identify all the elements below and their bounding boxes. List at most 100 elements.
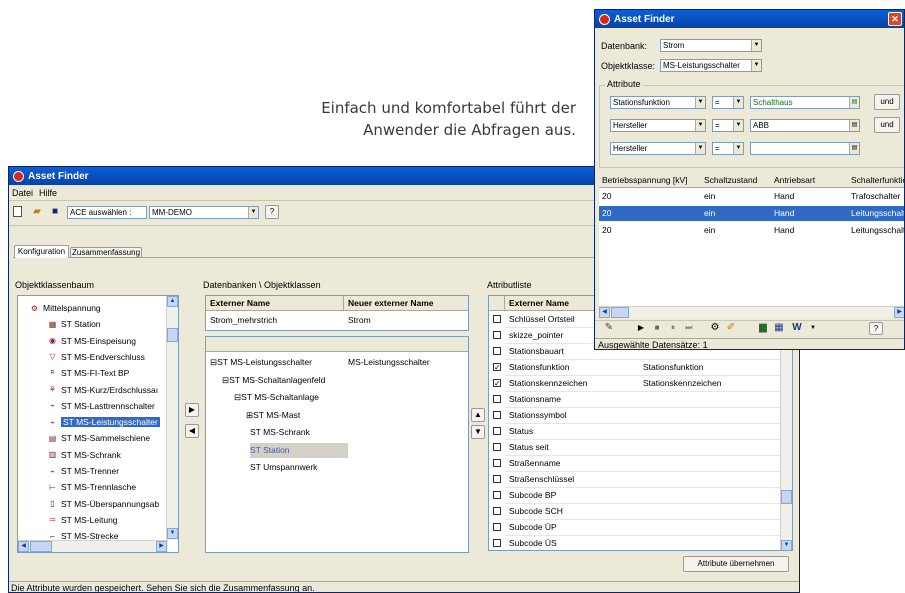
condition-operator-select[interactable]: = ▼ [712,142,744,155]
lookup-icon[interactable]: ▤ [849,120,859,131]
attribute-name[interactable]: Stationsbauart [509,344,564,359]
scroll-down-icon[interactable]: ▼ [781,540,792,550]
attribute-name[interactable]: Stationskennzeichen [509,376,587,391]
move-right-button[interactable]: ▶ [185,403,199,417]
attribute-name[interactable]: Status seit [509,440,549,455]
help-button[interactable]: ? [265,205,279,219]
logic-and-button[interactable]: und [874,94,900,110]
db-tree-item[interactable]: ⊟ST MS-Leistungsschalter [210,355,312,370]
attribute-checkbox[interactable] [493,539,501,547]
gear-icon[interactable]: ⚙ [709,322,721,334]
dropdown-icon[interactable]: ▼ [807,322,819,334]
scroll-thumb-h[interactable] [611,307,629,318]
tab-zusammenfassung[interactable]: Zusammenfassung [70,247,142,258]
tree-hscroll[interactable]: ◀ ▶ [18,540,168,552]
condition-attribute-select[interactable]: Stationsfunktion ▼ [610,96,706,109]
finder-hscroll[interactable]: ◀ ▶ [599,306,904,318]
play-icon[interactable]: ▶ [635,322,647,334]
tree-item[interactable]: ▤ ST MS-Sammelschiene [48,430,150,446]
finder-class-select[interactable]: MS-Leistungsschalter ▼ [660,59,762,72]
attribute-name[interactable]: Stationsfunktion [509,360,569,375]
condition-value-input[interactable]: Schalthaus ▤ [750,96,860,109]
apply-attributes-button[interactable]: Attribute übernehmen [683,556,789,572]
attribute-name[interactable]: skizze_pointer [509,328,563,343]
attribute-new-name[interactable]: Stationsfunktion [643,360,703,375]
attribute-checkbox[interactable] [493,395,501,403]
scroll-left-icon[interactable]: ◀ [18,541,29,552]
new-file-icon[interactable] [13,206,22,217]
db-row-external[interactable]: Strom_mehrstrich [210,313,277,328]
edit-icon[interactable]: ✎ [603,322,615,334]
logic-and-button[interactable]: und [874,117,900,133]
pause-icon[interactable]: ⏸ [667,322,679,334]
finder-cell[interactable]: 20 [602,206,611,221]
scroll-right-icon[interactable]: ▶ [156,541,167,552]
attribute-name[interactable]: Stationssymbol [509,408,567,423]
db-tree-panel[interactable]: ⊟ST MS-Leistungsschalter MS-Leistungsscha… [205,336,469,553]
attribute-name[interactable]: Straßenname [509,456,561,471]
attribute-checkbox[interactable] [493,491,501,499]
condition-operator-select[interactable]: = ▼ [712,119,744,132]
pencil-icon[interactable]: ✐ [725,322,737,334]
tree-item[interactable]: ▽ ST MS-Endverschluss [48,349,145,365]
finder-column-header[interactable]: Betriebsspannung [kV] [602,173,702,188]
attribute-name[interactable]: Subcode BP [509,488,556,503]
finder-cell[interactable]: 20 [602,189,611,204]
tree-item[interactable]: ⚙ Mittelspannung [30,300,101,316]
move-left-button[interactable]: ◀ [185,424,199,438]
db-tree-new-name[interactable]: MS-Leistungsschalter [348,355,430,370]
attribute-checkbox[interactable]: ✓ [493,379,501,388]
db-tree-item[interactable]: ST Station [250,442,348,458]
ace-select[interactable]: ACE auswählen : [67,206,147,219]
scroll-thumb[interactable] [167,328,178,342]
condition-value-input[interactable]: ▤ [750,142,860,155]
tree-item[interactable]: ▦ ST Station [48,316,101,332]
condition-attribute-select[interactable]: Hersteller ▼ [610,142,706,155]
attribute-checkbox[interactable] [493,411,501,419]
db-tree-item[interactable]: ⊟ST MS-Schaltanlagenfeld [222,373,325,388]
attribute-checkbox[interactable]: ✓ [493,363,501,372]
db-tree-item[interactable]: ST MS-Schrank [250,425,310,440]
attribute-name[interactable]: Straßenschlüssel [509,472,574,487]
finder-help-button[interactable]: ? [869,322,883,335]
tree-item[interactable]: ⊢ ST MS-Trennlasche [48,479,136,495]
attribute-checkbox[interactable] [493,315,501,323]
finder-db-select[interactable]: Strom ▼ [660,39,762,52]
attribute-name[interactable]: Subcode ÜS [509,536,557,550]
attribute-checkbox[interactable] [493,523,501,531]
finder-cell[interactable]: ein [704,189,715,204]
move-down-button[interactable]: ▼ [471,425,485,439]
tree-item[interactable]: ⌁ ST MS-Trenner [48,463,119,479]
object-class-tree[interactable]: ⚙ Mittelspannung ▦ ST Station ◉ ST MS-Einspei… [17,295,179,553]
tree-item[interactable]: ⚘ ST MS-Kurz/Erdschlussaı [48,382,158,398]
finder-cell[interactable]: 20 [602,223,611,238]
attribute-checkbox[interactable] [493,331,501,339]
attribute-name[interactable]: Subcode SCH [509,504,563,519]
close-icon[interactable]: ✕ [888,12,902,26]
finder-column-header[interactable]: Schalterfunktio [851,173,904,188]
finder-cell[interactable]: ein [704,206,715,221]
lookup-icon[interactable]: ▤ [849,97,859,108]
attribute-checkbox[interactable] [493,507,501,515]
attribute-new-name[interactable]: Stationskennzeichen [643,376,721,391]
table-icon[interactable]: ▦ [773,322,785,334]
tab-konfiguration[interactable]: Konfiguration [14,245,69,258]
scroll-up-icon[interactable]: ▲ [167,296,178,307]
finder-column-header[interactable]: Schaltzustand [704,173,772,188]
attribute-name[interactable]: Schlüssel Ortsteil [509,312,575,327]
menu-datei[interactable]: Datei [12,188,33,198]
move-up-button[interactable]: ▲ [471,408,485,422]
db-tree-item[interactable]: ST Umspannwerk [250,460,317,475]
skip-icon[interactable]: ⏭ [683,322,695,334]
scroll-right-icon[interactable]: ▶ [894,307,904,318]
db-tree-item[interactable]: ⊟ST MS-Schaltanlage [234,390,319,405]
finder-cell[interactable]: Hand [774,206,794,221]
scroll-down-icon[interactable]: ▼ [167,528,178,539]
tree-item[interactable]: ▯ ST MS-Überspannungsab [48,496,159,512]
finder-cell[interactable]: Hand [774,223,794,238]
chart-icon[interactable]: ▆ [757,322,769,334]
tree-item[interactable]: ═ ST MS-Leitung [48,512,118,528]
db-row-new[interactable]: Strom [348,313,371,328]
tree-item[interactable]: ⌁ ST MS-Lasttrennschalter [48,398,155,414]
ace-value-select[interactable]: MM-DEMO ▼ [149,206,259,219]
